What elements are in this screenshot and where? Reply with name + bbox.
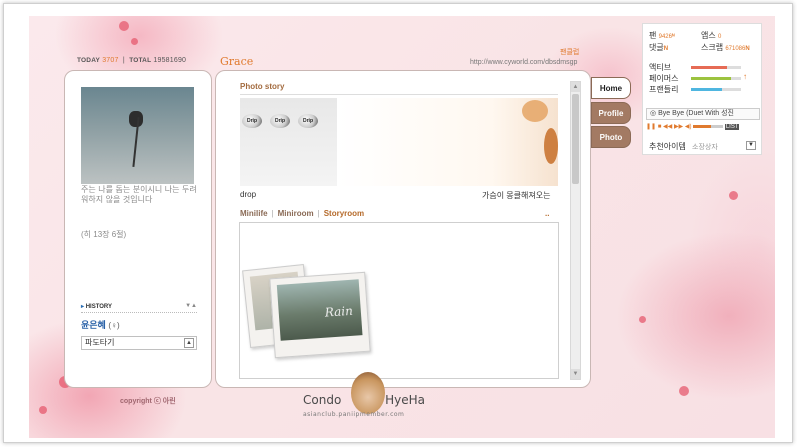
stop-icon[interactable]: ■ [658, 124, 662, 130]
list-button[interactable]: LIST [724, 124, 740, 130]
recommend-label: 추천아이템 [649, 142, 686, 151]
divider [240, 94, 558, 95]
homepage-title: Grace [220, 55, 254, 68]
famous-bar [691, 77, 741, 80]
music-title-text: Bye Bye (Duet With 성진 [658, 110, 734, 117]
active-label: 액티브 [649, 63, 672, 72]
triangle-icon: ▸ [81, 304, 85, 310]
total-value: 19581690 [153, 57, 187, 64]
polaroid-text: Rain [324, 303, 354, 320]
flower-decoration [679, 386, 689, 396]
homepage-url[interactable]: http://www.cyworld.com/dbsdmsgp [470, 59, 577, 66]
menu-profile[interactable]: Profile [591, 102, 631, 124]
room-tabs: Minilife | Miniroom | Storyroom [240, 209, 365, 218]
watermark: Condo HyeHa asianclub.paniipmember.com [303, 393, 426, 418]
music-note-icon: ◎ [650, 110, 657, 117]
tab-storyroom[interactable]: Storyroom [324, 209, 364, 218]
profile-photo [81, 87, 194, 184]
profile-verse: (히 13장 6절) [81, 230, 127, 239]
fan-stat[interactable]: 팬 9426ᴺ [649, 30, 675, 41]
history-label: HISTORY [85, 304, 113, 310]
select-arrow-icon[interactable]: ▲ [184, 338, 194, 348]
scroll-up-icon[interactable]: ▲ [571, 82, 580, 92]
active-bar [691, 66, 741, 69]
volume-icon[interactable]: ◀) [685, 124, 692, 130]
photo-thumbnail-heart[interactable] [337, 98, 558, 186]
volume-slider[interactable] [693, 124, 724, 128]
wave-select-value: 파도타기 [85, 338, 115, 347]
up-arrow-icon: ↑ [743, 72, 747, 81]
friendly-bar [691, 88, 741, 91]
tab-minilife[interactable]: Minilife [240, 209, 268, 218]
owner-name-text: 윤은혜 [81, 320, 106, 330]
flower-decoration [729, 191, 738, 200]
flower-decoration [131, 38, 138, 45]
visitor-counter: TODAY 3707 | TOTAL 19581690 [77, 57, 187, 64]
flower-decoration [119, 21, 129, 31]
polaroid-front: Rain [269, 271, 371, 359]
flower-decoration [39, 406, 47, 414]
photo-caption-left[interactable]: drop [240, 190, 256, 199]
fanclub-link[interactable]: 팬클럽 [560, 47, 579, 57]
total-label: TOTAL [129, 57, 152, 64]
wave-select[interactable]: 파도타기 ▲ [81, 336, 197, 350]
pin-icon: Drip [242, 114, 262, 128]
scroll-thumb[interactable] [572, 94, 579, 184]
menu-home[interactable]: Home [591, 77, 631, 99]
flower-decoration [639, 316, 646, 323]
side-widget: 팬 9426ᴺ 앱스 0 댓글N 스크랩 671086N 액티브 페이머스 ↑ … [642, 23, 762, 155]
copyright-text: copyright ⓒ 아린 [120, 398, 176, 405]
pause-icon[interactable]: ❚❚ [646, 124, 656, 130]
shop-label[interactable]: 소장상자 [692, 144, 718, 151]
music-player-controls: ❚❚ ■ ◀◀ ▶▶ ◀) LIST [646, 123, 760, 131]
pin-icon: Drip [298, 114, 318, 128]
recommend-row[interactable]: 추천아이템 소장상자 [649, 141, 718, 152]
storyroom-box: Rain [239, 222, 559, 379]
today-value: 3707 [102, 57, 119, 64]
more-link[interactable]: .. [545, 209, 549, 218]
history-header[interactable]: ▸ HISTORY ▼▲ [81, 303, 197, 313]
reply-stat[interactable]: 댓글N [649, 42, 668, 53]
watermark-sub: asianclub.paniipmember.com [303, 411, 405, 418]
famous-label: 페이머스 [649, 74, 679, 83]
profile-panel: 주는 나를 돕는 분이시니 나는 두려워하지 않을 것입니다 (히 13장 6절… [64, 70, 212, 388]
apps-stat[interactable]: 앱스 0 [701, 30, 721, 41]
dropdown-icon[interactable]: ▼ [746, 141, 756, 150]
vertical-scrollbar[interactable]: ▲ ▼ [570, 81, 581, 380]
photo-thumbnail-drop[interactable]: Drip Drip Drip [240, 98, 337, 186]
main-panel: Photo story Drip Drip Drip drop 가슴이 몽클해져… [215, 70, 591, 388]
owner-gender: (♀) [108, 321, 120, 330]
photo-story-title: Photo story [240, 82, 285, 91]
next-icon[interactable]: ▶▶ [674, 124, 683, 130]
today-label: TODAY [77, 57, 101, 64]
toggle-arrows-icon[interactable]: ▼▲ [185, 303, 197, 309]
watermark-left: Condo [303, 393, 342, 407]
photo-caption-right[interactable]: 가슴이 몽클해져오는 [482, 190, 550, 201]
friendly-label: 프랜들리 [649, 85, 679, 94]
scrap-stat[interactable]: 스크랩 671086N [701, 42, 750, 53]
music-title[interactable]: ◎ Bye Bye (Duet With 성진 [646, 108, 760, 120]
tab-miniroom[interactable]: Miniroom [278, 209, 314, 218]
menu-photo[interactable]: Photo [591, 126, 631, 148]
pin-icon: Drip [270, 114, 290, 128]
prev-icon[interactable]: ◀◀ [663, 124, 672, 130]
watermark-right: HyeHa [385, 393, 426, 407]
scroll-down-icon[interactable]: ▼ [571, 369, 580, 379]
profile-message: 주는 나를 돕는 분이시니 나는 두려워하지 않을 것입니다 [81, 185, 197, 204]
owner-name[interactable]: 윤은혜 (♀) [81, 318, 120, 331]
